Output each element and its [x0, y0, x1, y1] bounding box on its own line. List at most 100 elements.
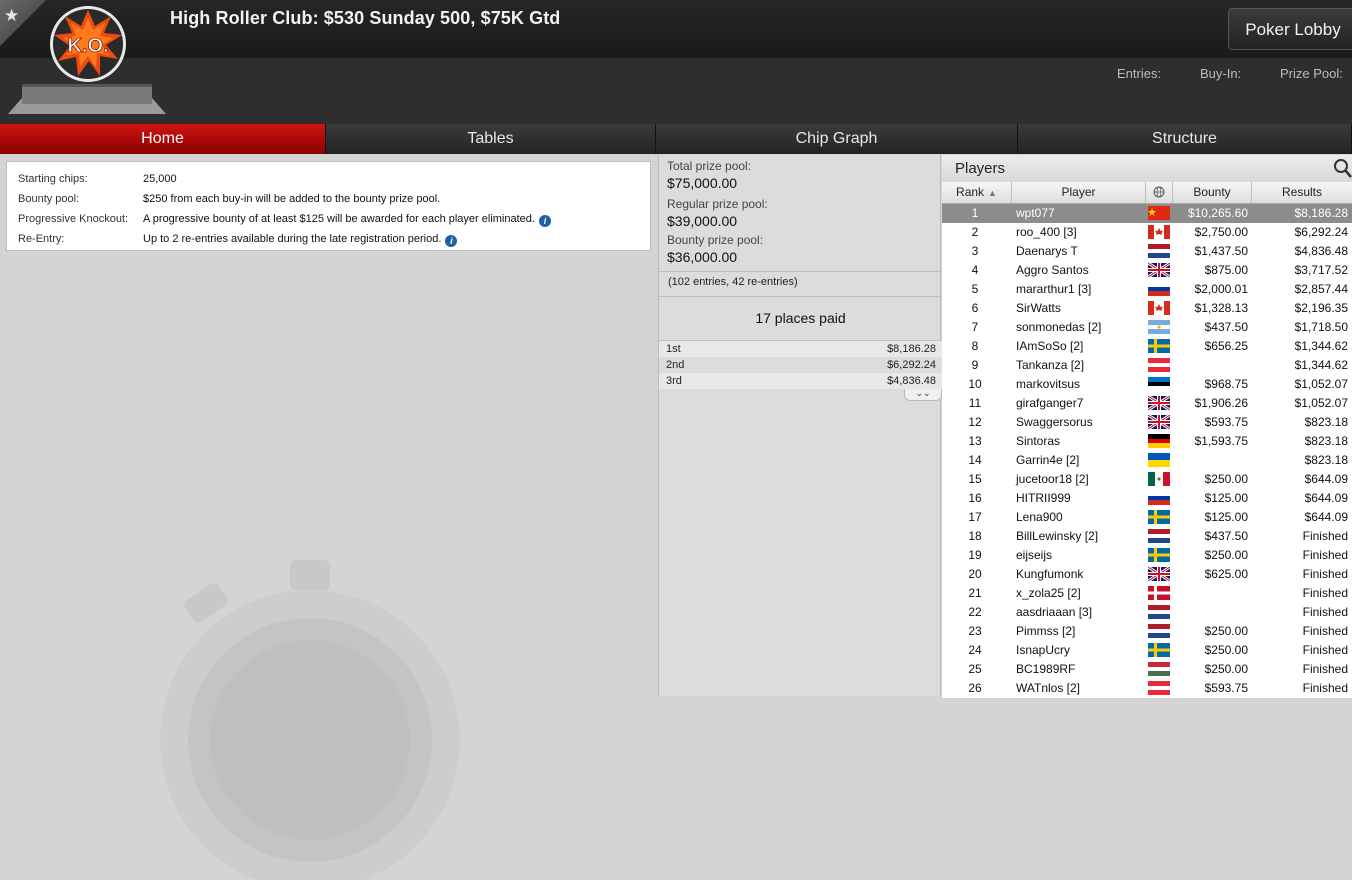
- player-row[interactable]: 5 mararthur1 [3] $2,000.01 $2,857.44: [942, 280, 1352, 299]
- player-row[interactable]: 9 Tankanza [2] $1,344.62: [942, 356, 1352, 375]
- flag-canada-icon: [1148, 225, 1170, 239]
- player-result: $644.09: [1304, 491, 1348, 505]
- player-rank: 24: [968, 643, 982, 657]
- player-name: WATnlos [2]: [1016, 681, 1081, 695]
- column-player[interactable]: Player: [1012, 182, 1146, 203]
- player-row[interactable]: 10 markovitsus $968.75 $1,052.07: [942, 375, 1352, 394]
- player-row[interactable]: 22 aasdriaaan [3] Finished: [942, 603, 1352, 622]
- info-icon[interactable]: i: [445, 235, 458, 247]
- tab-tables[interactable]: Tables: [326, 124, 656, 154]
- player-row[interactable]: 18 BillLewinsky [2] $437.50 Finished: [942, 527, 1352, 546]
- player-row[interactable]: 1 wpt077 $10,265.60 $8,186.28: [942, 204, 1352, 223]
- player-name: jucetoor18 [2]: [1016, 472, 1089, 486]
- player-result: $823.18: [1304, 434, 1348, 448]
- column-rank[interactable]: Rank ▲: [942, 182, 1012, 203]
- player-rank: 3: [971, 244, 979, 258]
- player-rank: 8: [971, 339, 979, 353]
- player-name: Pimmss [2]: [1016, 624, 1076, 638]
- player-name: BC1989RF: [1016, 662, 1076, 676]
- player-row[interactable]: 3 Daenarys T $1,437.50 $4,836.48: [942, 242, 1352, 261]
- player-row[interactable]: 24 IsnapUcry $250.00 Finished: [942, 641, 1352, 660]
- tournament-info-box: Starting chips: 25,000 Bounty pool: $250…: [6, 161, 651, 251]
- flag-sweden-icon: [1148, 548, 1170, 562]
- player-bounty: $656.25: [1204, 339, 1248, 353]
- player-row[interactable]: 23 Pimmss [2] $250.00 Finished: [942, 622, 1352, 641]
- flag-germany-icon: [1148, 434, 1170, 448]
- player-rank: 12: [968, 415, 982, 429]
- player-bounty: $250.00: [1204, 472, 1248, 486]
- player-name: IAmSoSo [2]: [1016, 339, 1084, 353]
- column-country[interactable]: [1146, 182, 1173, 203]
- tab-bar: Home Tables Chip Graph Structure: [0, 124, 1352, 154]
- prize-pool-label: Prize Pool:: [1280, 66, 1343, 81]
- flag-sweden-icon: [1148, 339, 1170, 353]
- info-label-bounty-pool: Bounty pool:: [18, 193, 80, 205]
- player-row[interactable]: 16 HITRII999 $125.00 $644.09: [942, 489, 1352, 508]
- player-rank: 10: [968, 377, 982, 391]
- player-name: HITRII999: [1016, 491, 1071, 505]
- player-result: $8,186.28: [1294, 206, 1348, 220]
- player-name: roo_400 [3]: [1016, 225, 1077, 239]
- player-row[interactable]: 14 Garrin4e [2] $823.18: [942, 451, 1352, 470]
- player-rank: 2: [971, 225, 979, 239]
- player-rank: 23: [968, 624, 982, 638]
- players-title: Players: [955, 160, 1006, 177]
- player-bounty: $250.00: [1204, 662, 1248, 676]
- player-row[interactable]: 26 WATnlos [2] $593.75 Finished: [942, 679, 1352, 698]
- flag-denmark-icon: [1148, 586, 1170, 600]
- player-name: wpt077: [1016, 206, 1055, 220]
- payout-place: 1st: [666, 343, 681, 355]
- player-result: Finished: [1302, 681, 1348, 695]
- player-bounty: $250.00: [1204, 624, 1248, 638]
- player-result: Finished: [1302, 567, 1348, 581]
- column-bounty[interactable]: Bounty: [1173, 182, 1252, 203]
- flag-ukraine-icon: [1148, 453, 1170, 467]
- search-icon[interactable]: [1332, 157, 1352, 179]
- bounty-prize-pool-value: $36,000.00: [667, 249, 738, 265]
- player-bounty: $437.50: [1204, 529, 1248, 543]
- player-bounty: $125.00: [1204, 491, 1248, 505]
- player-result: Finished: [1302, 605, 1348, 619]
- player-row[interactable]: 11 girafganger7 $1,906.26 $1,052.07: [942, 394, 1352, 413]
- tab-home[interactable]: Home: [0, 124, 326, 154]
- player-row[interactable]: 15 jucetoor18 [2] $250.00 $644.09: [942, 470, 1352, 489]
- tab-structure[interactable]: Structure: [1018, 124, 1352, 154]
- tab-chip-graph[interactable]: Chip Graph: [656, 124, 1018, 154]
- column-results[interactable]: Results: [1252, 182, 1352, 203]
- player-row[interactable]: 21 x_zola25 [2] Finished: [942, 584, 1352, 603]
- player-rank: 25: [968, 662, 982, 676]
- player-name: eijseijs: [1016, 548, 1053, 562]
- player-row[interactable]: 19 eijseijs $250.00 Finished: [942, 546, 1352, 565]
- column-rank-label: Rank: [956, 185, 985, 199]
- player-rank: 18: [968, 529, 982, 543]
- player-name: Aggro Santos: [1016, 263, 1089, 277]
- player-row[interactable]: 17 Lena900 $125.00 $644.09: [942, 508, 1352, 527]
- player-name: sonmonedas [2]: [1016, 320, 1102, 334]
- player-row[interactable]: 13 Sintoras $1,593.75 $823.18: [942, 432, 1352, 451]
- expand-payouts-button[interactable]: ⌄⌄: [904, 389, 942, 401]
- player-row[interactable]: 25 BC1989RF $250.00 Finished: [942, 660, 1352, 679]
- player-row[interactable]: 12 Swaggersorus $593.75 $823.18: [942, 413, 1352, 432]
- poker-lobby-button[interactable]: Poker Lobby: [1228, 8, 1352, 50]
- player-name: girafganger7: [1016, 396, 1084, 410]
- player-row[interactable]: 4 Aggro Santos $875.00 $3,717.52: [942, 261, 1352, 280]
- info-label-progressive-knockout: Progressive Knockout:: [18, 213, 129, 225]
- player-row[interactable]: 8 IAmSoSo [2] $656.25 $1,344.62: [942, 337, 1352, 356]
- player-row[interactable]: 7 sonmonedas [2] $437.50 $1,718.50: [942, 318, 1352, 337]
- player-row[interactable]: 2 roo_400 [3] $2,750.00 $6,292.24: [942, 223, 1352, 242]
- payout-row: 2nd $6,292.24: [659, 357, 942, 373]
- player-bounty: $10,265.60: [1187, 206, 1248, 220]
- player-result: $823.18: [1304, 453, 1348, 467]
- player-row[interactable]: 6 SirWatts $1,328.13 $2,196.35: [942, 299, 1352, 318]
- player-rank: 11: [968, 396, 982, 410]
- flag-netherlands-icon: [1148, 244, 1170, 258]
- player-bounty: $593.75: [1204, 415, 1248, 429]
- player-row[interactable]: 20 Kungfumonk $625.00 Finished: [942, 565, 1352, 584]
- player-name: x_zola25 [2]: [1016, 586, 1081, 600]
- player-result: Finished: [1302, 548, 1348, 562]
- payout-amount: $4,836.48: [887, 375, 936, 387]
- player-rank: 15: [968, 472, 982, 486]
- player-result: $2,857.44: [1294, 282, 1348, 296]
- info-icon[interactable]: i: [538, 215, 551, 227]
- player-name: Tankanza [2]: [1016, 358, 1085, 372]
